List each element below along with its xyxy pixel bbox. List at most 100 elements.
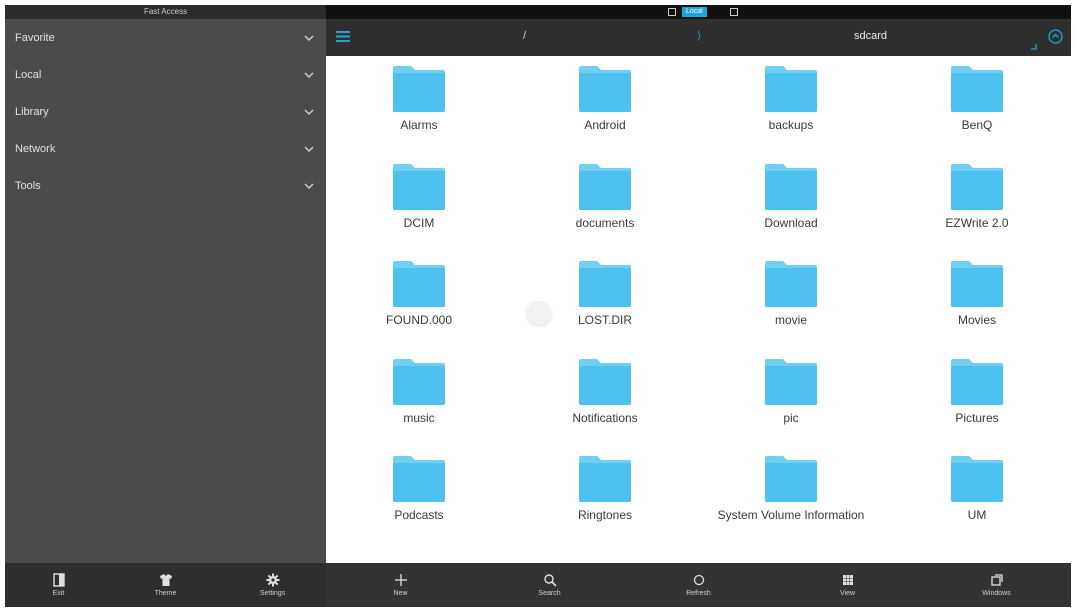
folder-item[interactable]: documents <box>512 163 698 262</box>
folder-item[interactable]: Notifications <box>512 358 698 457</box>
folder-icon <box>951 456 1003 502</box>
path-bar: / ⟩ sdcard <box>326 19 1071 56</box>
settings-label: Settings <box>259 590 286 597</box>
new-button[interactable]: New <box>326 563 475 607</box>
folder-icon <box>951 163 1003 210</box>
folder-icon <box>579 163 631 210</box>
folder-name: BenQ <box>961 118 993 132</box>
folder-item[interactable]: pic <box>698 358 884 457</box>
main-toolbar: New Search Refresh View Windows <box>326 563 1071 607</box>
sidebar-item-tools[interactable]: Tools <box>5 167 326 204</box>
folder-item[interactable]: Android <box>512 66 698 164</box>
folder-icon <box>579 358 631 405</box>
folder-item[interactable]: music <box>326 358 512 457</box>
path-separator: ⟩ <box>697 30 702 42</box>
folder-name: Ringtones <box>577 508 633 522</box>
folder-icon <box>765 358 817 405</box>
windows-label: Windows <box>982 590 1011 597</box>
folder-icon <box>951 261 1003 307</box>
plus-icon <box>394 574 407 586</box>
chevron-down-icon <box>304 183 314 189</box>
new-label: New <box>393 590 408 597</box>
view-button[interactable]: View <box>773 563 922 607</box>
folder-name: music <box>403 410 435 425</box>
folder-item[interactable]: BenQ <box>884 66 1070 164</box>
folder-name: Pictures <box>955 410 999 425</box>
folder-item[interactable]: Pictures <box>884 358 1070 457</box>
chevron-down-icon <box>304 72 314 78</box>
theme-label: Theme <box>154 590 177 597</box>
exit-icon <box>52 573 65 587</box>
path-current-folder[interactable]: sdcard <box>854 30 887 42</box>
folder-name: FOUND.000 <box>385 313 453 327</box>
sidebar-item-network[interactable]: Network <box>5 130 326 167</box>
folder-icon <box>765 66 817 112</box>
grid-view-icon <box>842 575 853 585</box>
folder-name: System Volume Information <box>717 508 865 522</box>
folder-item[interactable]: Movies <box>884 261 1070 359</box>
folder-item[interactable]: movie <box>698 261 884 359</box>
folder-item[interactable]: Podcasts <box>326 456 512 554</box>
folder-name: DCIM <box>403 215 435 230</box>
folder-grid: Alarms Android backups BenQ DCIM documents Dow… <box>326 66 1071 554</box>
top-bar: Local / ⟩ sdcard <box>326 5 1071 56</box>
search-button[interactable]: Search <box>475 563 624 607</box>
folder-icon <box>579 261 631 307</box>
folder-item[interactable]: DCIM <box>326 163 512 262</box>
navigate-up-icon[interactable] <box>1048 29 1063 44</box>
sidebar-item-favorite[interactable]: Favorite <box>5 19 326 56</box>
folder-item[interactable]: Download <box>698 163 884 262</box>
folder-item[interactable]: EZWrite 2.0 <box>884 163 1070 262</box>
folder-item[interactable]: System Volume Information <box>698 456 884 554</box>
folder-item[interactable]: Alarms <box>326 66 512 164</box>
folder-name: movie <box>774 313 807 327</box>
window-tab-strip: Local <box>326 5 1071 19</box>
folder-icon <box>951 66 1003 112</box>
chevron-down-icon <box>304 35 314 41</box>
settings-button[interactable]: Settings <box>219 563 326 607</box>
hamburger-menu-icon[interactable] <box>336 31 350 42</box>
windows-icon <box>990 574 1003 586</box>
fast-access-sidebar: Fast Access Favorite Local Library Netwo… <box>5 5 326 563</box>
path-root[interactable]: / <box>523 30 526 42</box>
folder-item[interactable]: backups <box>698 66 884 164</box>
theme-button[interactable]: Theme <box>112 563 219 607</box>
search-label: Search <box>538 590 561 597</box>
folder-name: LOST.DIR <box>577 313 632 327</box>
refresh-button[interactable]: Refresh <box>624 563 773 607</box>
folder-item[interactable]: Ringtones <box>512 456 698 554</box>
chevron-down-icon <box>304 146 314 152</box>
sidebar-title: Fast Access <box>5 5 326 19</box>
folder-name: pic <box>783 410 799 425</box>
folder-icon <box>393 456 445 502</box>
view-label: View <box>839 590 856 597</box>
sidebar-bottom-bar: Exit Theme Settings <box>5 563 326 607</box>
windows-button[interactable]: Windows <box>922 563 1071 607</box>
sidebar-item-label: Local <box>15 68 42 81</box>
folder-item[interactable]: FOUND.000 <box>326 261 512 359</box>
chevron-down-icon <box>304 109 314 115</box>
sidebar-item-local[interactable]: Local <box>5 56 326 93</box>
tab-local[interactable]: Local <box>682 7 707 17</box>
exit-label: Exit <box>52 590 65 597</box>
folder-name: backups <box>768 118 814 132</box>
sidebar-item-label: Tools <box>15 179 41 192</box>
exit-button[interactable]: Exit <box>5 563 112 607</box>
folder-name: Alarms <box>400 118 438 132</box>
window-tab-icon[interactable] <box>668 8 676 16</box>
window-tab-icon[interactable] <box>730 8 738 16</box>
folder-name: UM <box>967 508 987 522</box>
app-window: Fast Access Favorite Local Library Netwo… <box>5 5 1071 607</box>
folder-icon <box>393 261 445 307</box>
loading-spinner <box>527 301 551 325</box>
folder-item[interactable]: UM <box>884 456 1070 554</box>
folder-icon <box>579 66 631 112</box>
file-grid-area: Alarms Android backups BenQ DCIM documents Dow… <box>326 56 1071 563</box>
refresh-label: Refresh <box>686 590 711 597</box>
folder-icon <box>393 358 445 405</box>
gear-icon <box>266 573 279 587</box>
sidebar-item-label: Library <box>15 105 49 118</box>
folder-name: Download <box>764 215 818 230</box>
folder-name: documents <box>575 215 635 230</box>
sidebar-item-library[interactable]: Library <box>5 93 326 130</box>
